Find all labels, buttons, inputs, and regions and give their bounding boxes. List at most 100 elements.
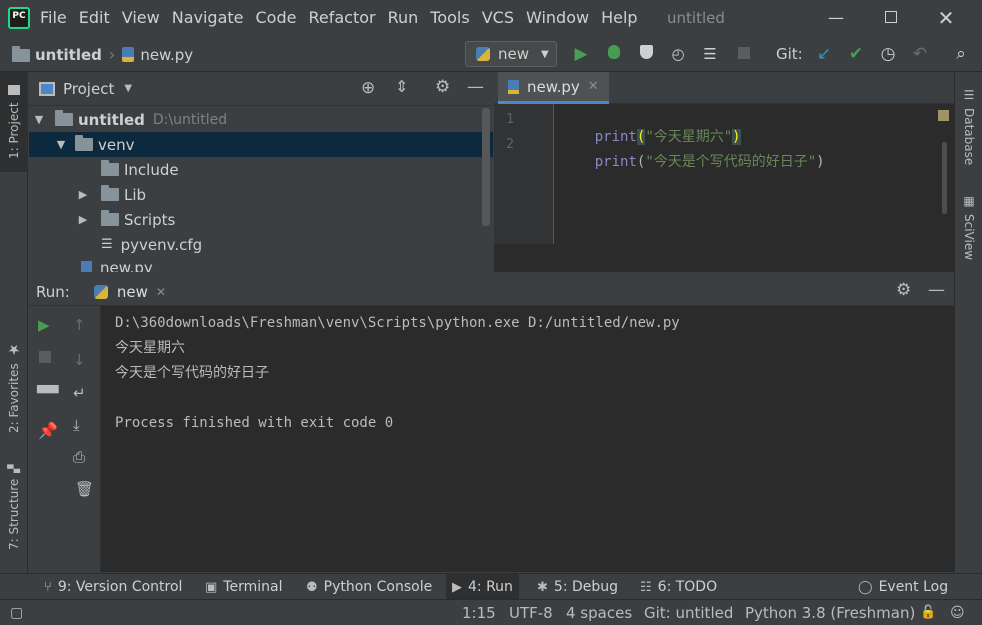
file-encoding[interactable]: UTF-8 bbox=[509, 600, 553, 625]
lock-icon[interactable]: 🔓 bbox=[920, 600, 936, 625]
tab-python-console[interactable]: ⚉ Python Console bbox=[306, 574, 432, 600]
close-tab-icon[interactable]: ✕ bbox=[156, 285, 166, 299]
git-branch[interactable]: Git: untitled bbox=[644, 600, 733, 625]
editor-tab-newpy[interactable]: new.py ✕ bbox=[498, 72, 609, 104]
breadcrumb-project[interactable]: untitled bbox=[35, 46, 102, 64]
menu-edit[interactable]: Edit bbox=[79, 0, 110, 36]
code-line[interactable]: print("今天是个写代码的好日子") bbox=[561, 135, 825, 187]
collapse-all-button[interactable]: ⇕ bbox=[395, 77, 408, 96]
editor-scrollbar[interactable] bbox=[942, 142, 947, 214]
restore-layout-button[interactable]: ▀▀ bbox=[37, 386, 59, 402]
tree-item-pyvenv[interactable]: ☰ pyvenv.cfg bbox=[29, 232, 493, 257]
locate-file-button[interactable]: ⊕ bbox=[361, 78, 375, 98]
breadcrumb: untitled › new.py bbox=[12, 45, 193, 64]
python-file-icon bbox=[508, 79, 519, 94]
git-update-button[interactable]: ↙ bbox=[814, 44, 834, 64]
tree-item-untitled[interactable]: ▼ untitled D:\untitled bbox=[29, 107, 493, 132]
menu-vcs[interactable]: VCS bbox=[482, 0, 514, 36]
git-rollback-button[interactable]: ↶ bbox=[910, 44, 930, 64]
tree-item-path: D:\untitled bbox=[152, 111, 228, 128]
scroll-down-button[interactable]: ↓ bbox=[73, 351, 86, 369]
menu-tools[interactable]: Tools bbox=[430, 0, 469, 36]
menu-bar: PC File Edit View Navigate Code Refactor… bbox=[0, 0, 982, 36]
run-settings-button[interactable]: ⚙ bbox=[896, 280, 911, 300]
close-button[interactable]: ✕ bbox=[936, 8, 956, 28]
debug-button[interactable] bbox=[604, 44, 624, 64]
tab-run[interactable]: ▶ 4: Run bbox=[446, 574, 519, 600]
inspector-icon[interactable]: ☺ bbox=[950, 600, 965, 625]
toggle-tool-windows-button[interactable]: ▢ bbox=[10, 600, 23, 625]
tab-database[interactable]: ☰ Database bbox=[955, 82, 982, 172]
tab-project[interactable]: 1: Project bbox=[0, 72, 28, 172]
line-number: 2 bbox=[506, 137, 514, 152]
stop-button[interactable] bbox=[734, 44, 754, 64]
tab-version-control[interactable]: ⑂ 9: Version Control bbox=[44, 574, 182, 600]
caret-position[interactable]: 1:15 bbox=[462, 600, 496, 625]
arrow-down-left-icon: ↙ bbox=[816, 44, 832, 64]
breadcrumb-file[interactable]: new.py bbox=[140, 46, 193, 64]
tab-structure[interactable]: 7: Structure ▞ bbox=[0, 457, 28, 557]
menu-view[interactable]: View bbox=[122, 0, 160, 36]
tree-item-newpy[interactable]: new.py bbox=[29, 257, 493, 272]
collapsed-arrow-icon: ▶ bbox=[78, 213, 88, 226]
git-commit-button[interactable]: ✔ bbox=[846, 44, 866, 64]
menu-file[interactable]: File bbox=[40, 0, 67, 36]
tool-window-bar: ⑂ 9: Version Control ▣ Terminal ⚉ Python… bbox=[0, 573, 982, 600]
menu-navigate[interactable]: Navigate bbox=[172, 0, 244, 36]
indent-setting[interactable]: 4 spaces bbox=[566, 600, 632, 625]
tab-event-log[interactable]: ◯ Event Log bbox=[858, 574, 948, 600]
minimize-button[interactable]: — bbox=[826, 8, 846, 28]
database-icon: ☰ bbox=[962, 88, 976, 103]
menu-help[interactable]: Help bbox=[601, 0, 637, 36]
tree-item-venv[interactable]: ▼ venv bbox=[29, 132, 493, 157]
project-settings-button[interactable]: ⚙ bbox=[435, 77, 450, 97]
maximize-icon bbox=[885, 11, 897, 23]
tree-item-scripts[interactable]: ▶ Scripts bbox=[29, 207, 493, 232]
maximize-button[interactable] bbox=[881, 8, 901, 28]
tree-item-include[interactable]: Include bbox=[29, 157, 493, 182]
tab-todo[interactable]: ☷ 6: TODO bbox=[640, 574, 717, 600]
run-tab-new[interactable]: new ✕ bbox=[93, 283, 166, 301]
git-label: Git: bbox=[776, 45, 803, 63]
scroll-up-button[interactable]: ↑ bbox=[73, 316, 86, 334]
menu-window[interactable]: Window bbox=[526, 0, 589, 36]
structure-tab-label: 7: Structure bbox=[7, 478, 21, 550]
expand-arrow-icon: ▼ bbox=[34, 113, 44, 126]
stop-icon bbox=[738, 47, 750, 59]
python-interpreter[interactable]: Python 3.8 (Freshman) bbox=[745, 600, 915, 625]
tree-item-lib[interactable]: ▶ Lib bbox=[29, 182, 493, 207]
tab-terminal[interactable]: ▣ Terminal bbox=[205, 574, 282, 600]
menu-refactor[interactable]: Refactor bbox=[308, 0, 375, 36]
close-tab-icon[interactable]: ✕ bbox=[588, 79, 599, 94]
print-button[interactable]: ⎙ bbox=[73, 448, 85, 466]
inspection-status-icon[interactable] bbox=[938, 110, 949, 121]
run-with-coverage-button[interactable] bbox=[636, 44, 656, 64]
profile-button[interactable]: ◴ bbox=[668, 44, 688, 64]
pin-tab-button[interactable]: 📌 bbox=[38, 421, 58, 440]
menu-code[interactable]: Code bbox=[256, 0, 297, 36]
soft-wrap-button[interactable]: ↵ bbox=[73, 384, 86, 402]
folder-icon bbox=[55, 110, 73, 126]
tab-sciview[interactable]: ▦ SciView bbox=[955, 187, 982, 267]
console-output[interactable]: D:\360downloads\Freshman\venv\Scripts\py… bbox=[115, 311, 945, 436]
hide-panel-button[interactable]: — bbox=[467, 77, 484, 97]
git-history-button[interactable]: ◷ bbox=[878, 44, 898, 64]
project-scrollbar[interactable] bbox=[482, 108, 490, 226]
tab-favorites[interactable]: 2: Favorites ★ bbox=[0, 337, 28, 437]
run-configuration-select[interactable]: new ▼ bbox=[465, 41, 557, 67]
hide-run-panel-button[interactable]: — bbox=[928, 280, 945, 300]
stop-run-button[interactable] bbox=[39, 351, 51, 363]
view-mode-dropdown[interactable]: ▼ bbox=[124, 83, 132, 94]
scroll-to-end-button[interactable]: ⤓ bbox=[73, 416, 80, 434]
search-everywhere-button[interactable]: ⌕ bbox=[951, 44, 971, 64]
crosshair-icon: ⊕ bbox=[361, 78, 376, 98]
tab-debug[interactable]: ✱ 5: Debug bbox=[537, 574, 618, 600]
menu-run[interactable]: Run bbox=[388, 0, 419, 36]
concurrency-button[interactable]: ☰ bbox=[700, 44, 720, 64]
clear-all-button[interactable]: 🗑 bbox=[75, 480, 94, 498]
run-toolbar: ▶ ▀▀ 📌 ↑ ↓ ↵ ⤓ ⎙ 🗑 bbox=[29, 306, 101, 572]
run-button[interactable]: ▶ bbox=[571, 44, 591, 64]
arrow-down-icon: ↓ bbox=[73, 351, 86, 369]
rerun-button[interactable]: ▶ bbox=[38, 316, 50, 334]
play-icon: ▶ bbox=[452, 579, 462, 595]
